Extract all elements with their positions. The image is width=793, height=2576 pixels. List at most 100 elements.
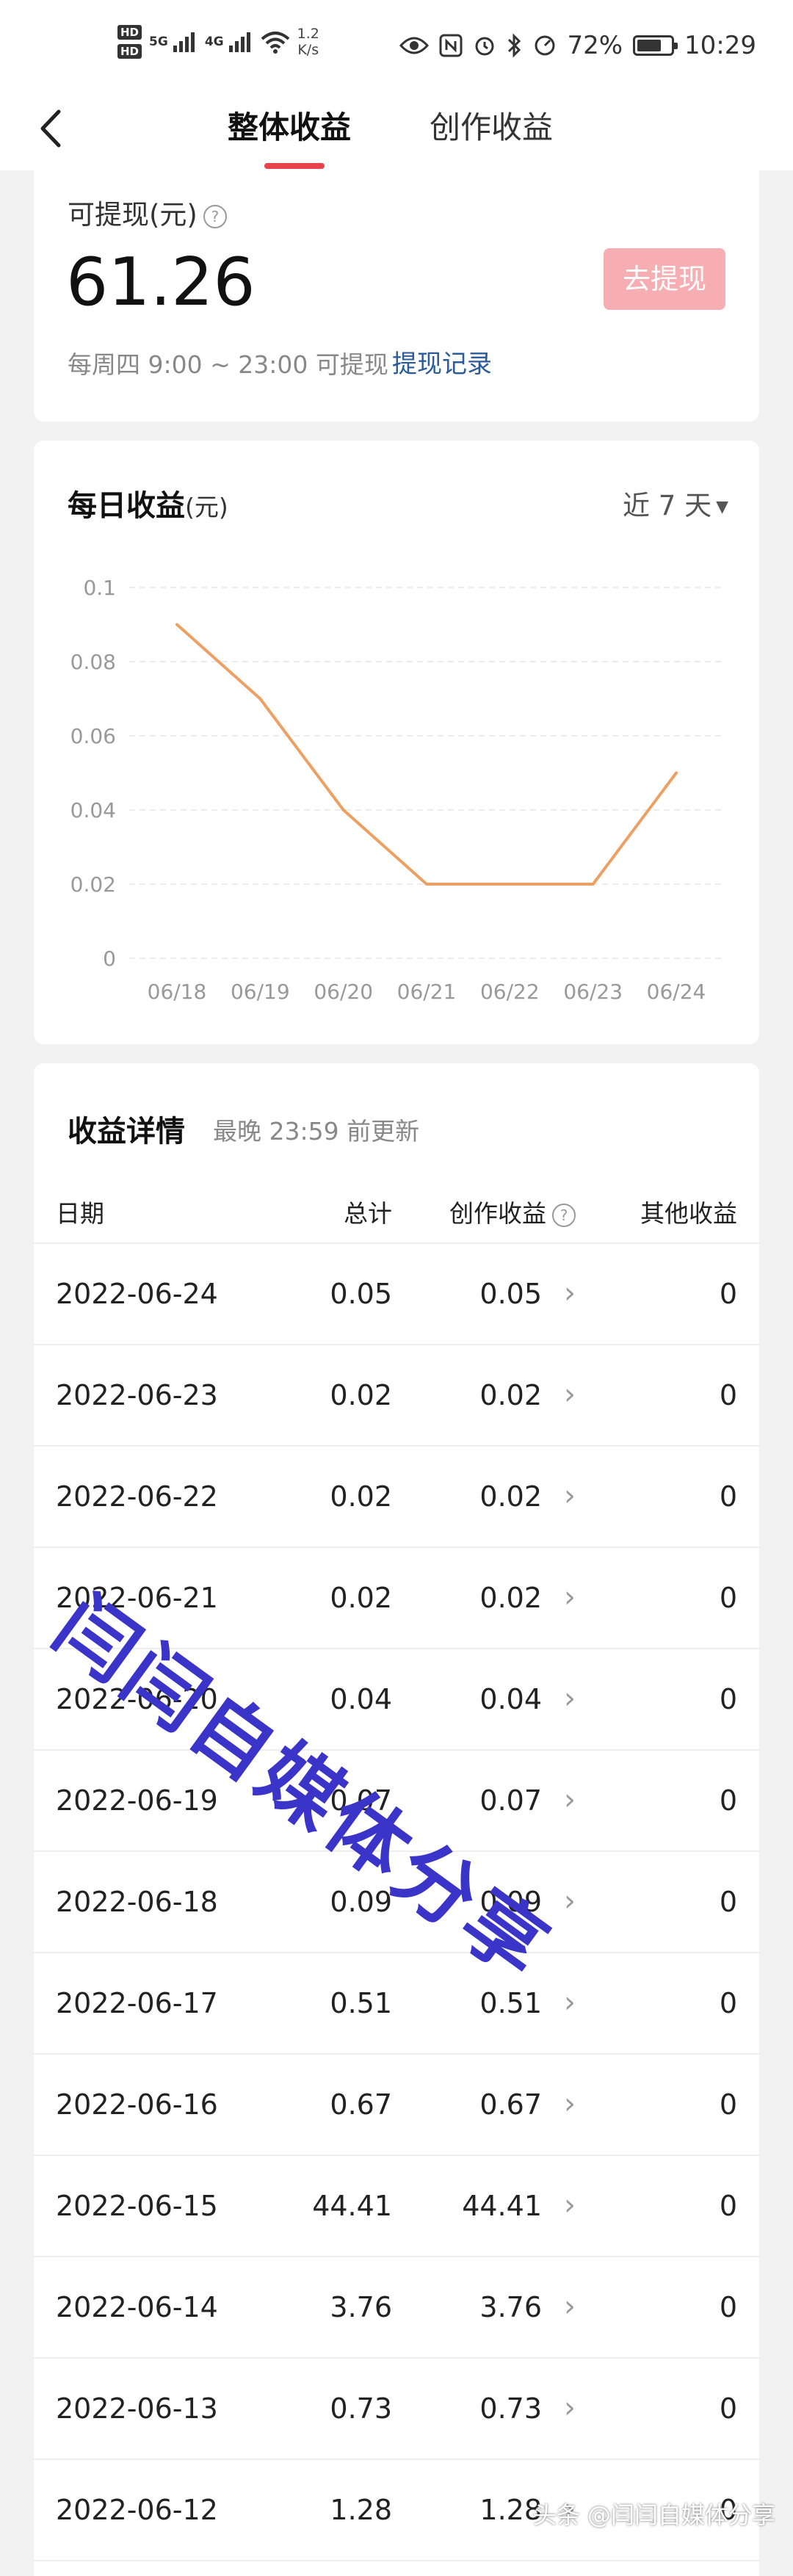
row-total: 1.28 [330,2494,392,2526]
chevron-right-icon[interactable]: › [564,2290,576,2323]
row-date: 2022-06-23 [56,1379,218,1411]
row-creation-income: 0.02 [479,1379,542,1411]
chart-title: 每日收益(元) [68,489,228,523]
signal-icon [228,32,250,52]
row-total: 0.02 [330,1480,392,1513]
table-row[interactable]: 2022-06-15 44.41 44.41 › 0 [34,2156,759,2257]
header-date: 日期 [56,1199,104,1228]
row-date: 2022-06-18 [56,1886,218,1918]
row-total: 0.02 [330,1379,392,1411]
y-tick-label: 0 [103,947,116,971]
row-date: 2022-06-13 [56,2392,218,2425]
header-other-income: 其他收益 [640,1199,737,1228]
alarm-icon [475,37,494,56]
row-date: 2022-06-24 [56,1278,218,1310]
series-line [175,623,678,886]
row-other-income: 0 [719,1480,737,1513]
bluetooth-icon [508,33,521,58]
detail-subtitle: 最晚 23:59 前更新 [213,1117,420,1146]
row-creation-income: 0.67 [479,2088,542,2121]
tab-creation-income[interactable]: 创作收益 [430,103,553,148]
table-row[interactable]: 2022-06-24 0.05 0.05 › 0 [34,1244,759,1345]
x-tick-label: 06/18 [148,980,207,1004]
row-date: 2022-06-14 [56,2291,218,2323]
row-total: 0.02 [330,1582,392,1614]
x-tick-label: 06/24 [647,980,706,1004]
data-point [175,623,178,626]
x-tick-label: 06/20 [314,980,373,1004]
footer-watermark: 头条 @闫闫自媒体分享 [532,2501,775,2529]
wifi-icon [261,32,289,54]
tab-overall-income[interactable]: 整体收益 [228,103,351,148]
row-creation-income: 3.76 [479,2291,542,2323]
row-date: 2022-06-16 [56,2088,218,2121]
status-left: HD HD 5G 4G 1.2 K/s [117,25,319,59]
row-total: 44.41 [312,2190,392,2222]
header-total: 总计 [344,1199,392,1228]
chevron-right-icon[interactable]: › [564,2188,576,2222]
period-selector[interactable]: 近 7 天 ▼ [623,483,728,523]
status-bar: HD HD 5G 4G 1.2 K/s 72% 10:29 [0,0,793,95]
row-creation-income: 0.02 [479,1480,542,1513]
row-other-income: 0 [719,2392,737,2425]
data-point [675,771,678,775]
row-creation-income: 44.41 [462,2190,542,2222]
row-other-income: 0 [719,1379,737,1411]
row-other-income: 0 [719,1784,737,1817]
y-tick-label: 0.1 [83,576,116,600]
data-point [508,883,512,886]
chevron-right-icon[interactable]: › [564,2391,576,2425]
row-total: 0.04 [330,1683,392,1715]
chevron-right-icon[interactable]: › [564,1783,576,1817]
row-total: 3.76 [330,2291,392,2323]
hd-badge: HD [117,25,142,40]
back-button[interactable] [26,103,78,154]
battery-icon [633,35,678,56]
nfc-icon [439,34,463,57]
chevron-right-icon[interactable]: › [564,1479,576,1513]
caret-down-icon: ▼ [716,498,728,516]
network-speed: 1.2 K/s [297,26,319,58]
row-total: 0.73 [330,2392,392,2425]
x-tick-label: 06/22 [480,980,540,1004]
row-other-income: 0 [719,1987,737,2019]
y-tick-label: 0.02 [70,872,116,897]
row-total: 0.51 [330,1987,392,2019]
x-tick-label: 06/21 [397,980,457,1004]
help-icon[interactable]: ? [203,204,227,228]
chevron-right-icon[interactable]: › [564,1580,576,1614]
chevron-right-icon[interactable]: › [564,1276,576,1310]
chevron-right-icon[interactable]: › [564,1378,576,1411]
help-icon[interactable]: ? [552,1203,576,1227]
chevron-right-icon[interactable]: › [564,2087,576,2121]
withdraw-button[interactable]: 去提现 [604,248,725,310]
data-point [258,697,262,701]
row-other-income: 0 [719,1278,737,1310]
signal-label: 5G [149,35,168,49]
back-arrow-icon [40,109,61,148]
table-row[interactable]: 2022-06-17 0.51 0.51 › 0 [34,1953,759,2055]
table-row[interactable]: 2022-06-22 0.02 0.02 › 0 [34,1447,759,1548]
x-tick-label: 06/19 [231,980,290,1004]
row-total: 0.67 [330,2088,392,2121]
daily-income-chart: 0 0.02 0.04 0.06 0.08 0.1 06/18 06/19 06/20 06/21… [70,576,724,1004]
active-tab-indicator [264,163,325,169]
y-tick-label: 0.08 [70,650,116,674]
withdrawable-amount: 61.26 [66,244,256,321]
withdraw-card: 可提现(元)? 61.26 去提现 每周四 9:00 ~ 23:00 可提现 提… [34,170,759,422]
row-date: 2022-06-15 [56,2190,218,2222]
table-row[interactable]: 2022-06-23 0.02 0.02 › 0 [34,1345,759,1447]
row-other-income: 0 [719,1886,737,1918]
table-row[interactable]: 2022-06-13 0.73 0.73 › 0 [34,2359,759,2460]
chevron-right-icon[interactable]: › [564,1986,576,2019]
row-creation-income: 0.02 [479,1582,542,1614]
row-creation-income: 0.07 [479,1784,542,1817]
withdraw-record-link[interactable]: 提现记录 [392,344,492,380]
chevron-right-icon[interactable]: › [564,1682,576,1715]
eye-icon [399,37,430,54]
table-row[interactable]: 2022-06-16 0.67 0.67 › 0 [34,2055,759,2156]
table-row[interactable]: 2022-06-14 3.76 3.76 › 0 [34,2257,759,2359]
signal-label: 4G [204,35,224,49]
row-date: 2022-06-22 [56,1480,218,1513]
row-creation-income: 0.04 [479,1683,542,1715]
